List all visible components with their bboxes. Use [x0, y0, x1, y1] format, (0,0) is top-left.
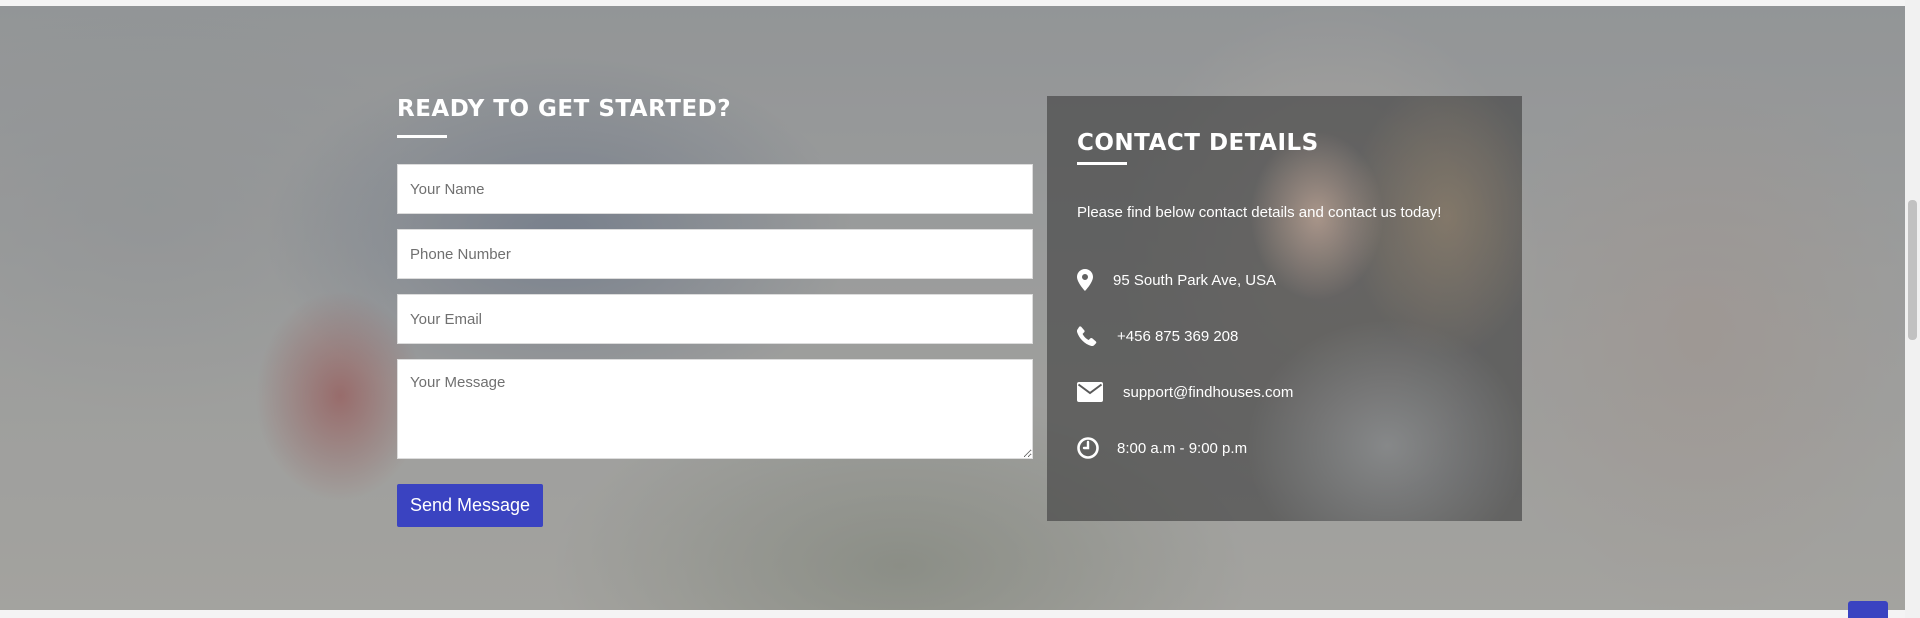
contact-hours-text: 8:00 a.m - 9:00 p.m	[1117, 439, 1248, 457]
scrollbar-thumb[interactable]	[1908, 200, 1917, 340]
form-title: READY TO GET STARTED?	[397, 96, 732, 122]
form-title-underline	[397, 135, 447, 138]
message-textarea[interactable]	[397, 359, 1033, 459]
decorative-outline-text-bottom	[0, 610, 1920, 618]
contact-address-row: 95 South Park Ave, USA	[1077, 267, 1276, 293]
map-marker-icon	[1077, 267, 1103, 293]
phone-icon	[1077, 323, 1103, 349]
page-scrollbar[interactable]	[1905, 0, 1920, 618]
contact-title: CONTACT DETAILS	[1077, 130, 1319, 156]
contact-email-text: support@findhouses.com	[1123, 383, 1294, 401]
contact-title-underline	[1077, 162, 1127, 165]
contact-intro-text: Please find below contact details and co…	[1077, 204, 1442, 221]
contact-section: READY TO GET STARTED? Send Message CONTA…	[0, 6, 1905, 610]
name-input[interactable]	[397, 164, 1033, 214]
contact-phone-row: +456 875 369 208	[1077, 323, 1238, 349]
contact-details-card: CONTACT DETAILS Please find below contac…	[1047, 96, 1522, 521]
phone-input[interactable]	[397, 229, 1033, 279]
contact-email-row: support@findhouses.com	[1077, 379, 1293, 405]
email-input[interactable]	[397, 294, 1033, 344]
send-message-button[interactable]: Send Message	[397, 484, 543, 527]
envelope-icon	[1077, 379, 1107, 405]
clock-icon	[1077, 435, 1103, 461]
contact-phone-text: +456 875 369 208	[1117, 327, 1239, 345]
contact-hours-row: 8:00 a.m - 9:00 p.m	[1077, 435, 1247, 461]
contact-address-text: 95 South Park Ave, USA	[1113, 271, 1277, 289]
